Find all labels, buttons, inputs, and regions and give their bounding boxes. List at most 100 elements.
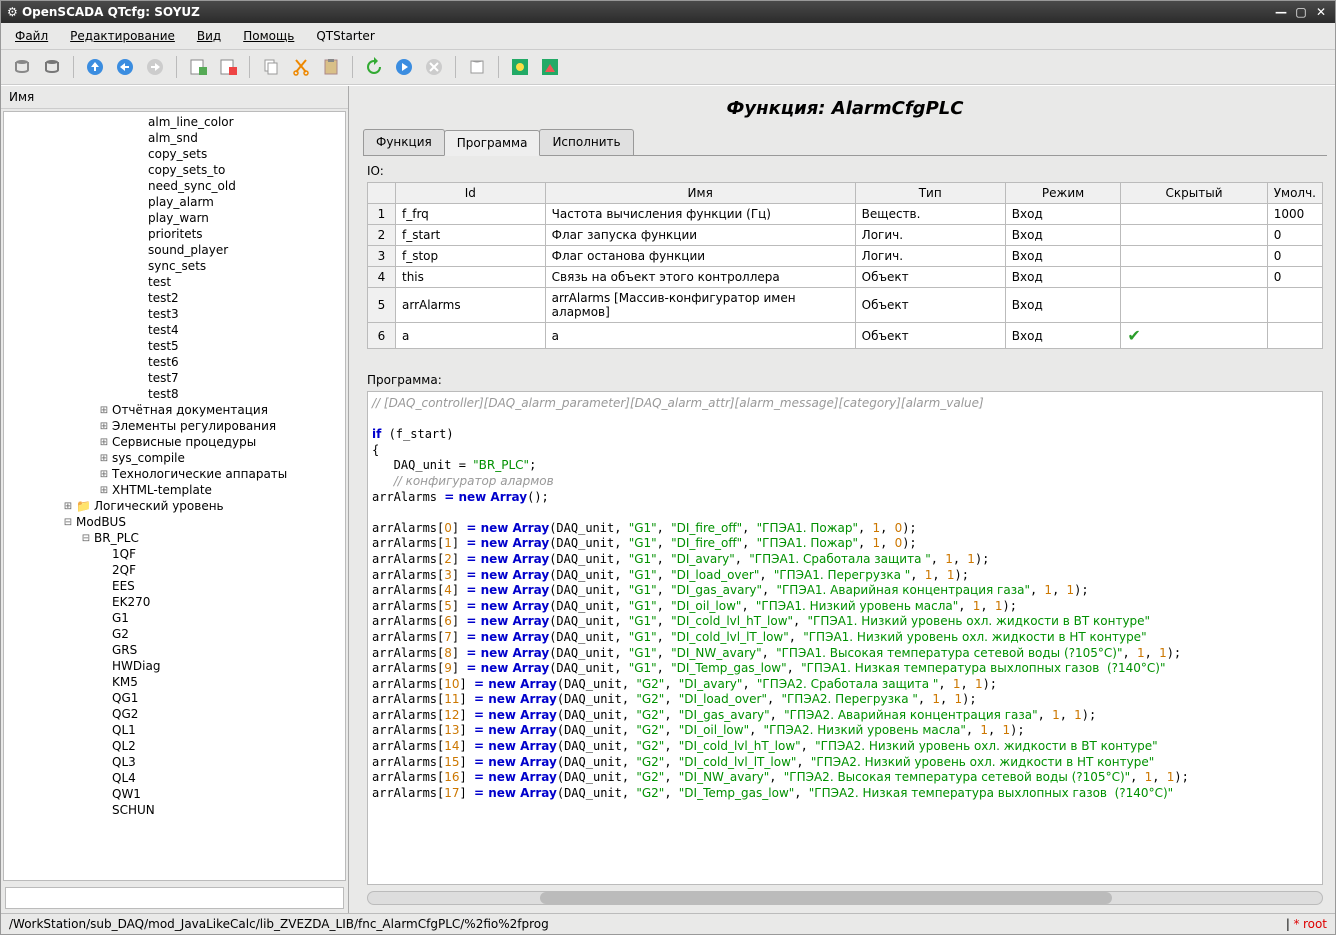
tree-toggle-icon[interactable]: ⊞ (98, 405, 110, 416)
run-icon[interactable] (391, 54, 417, 80)
tree-item[interactable]: GRS (4, 642, 345, 658)
tree-item[interactable]: play_alarm (4, 194, 345, 210)
tree-toggle-icon[interactable]: ⊞ (98, 485, 110, 496)
tree-item[interactable]: test8 (4, 386, 345, 402)
module2-icon[interactable] (537, 54, 563, 80)
tab-program[interactable]: Программа (444, 130, 541, 156)
tree-item[interactable]: test4 (4, 322, 345, 338)
tree-item[interactable]: QL3 (4, 754, 345, 770)
tree-view[interactable]: alm_line_coloralm_sndcopy_setscopy_sets_… (3, 111, 346, 881)
tree-item[interactable]: EES (4, 578, 345, 594)
menu-help[interactable]: Помощь (239, 27, 298, 45)
tree-item[interactable]: ⊞📁Логический уровень (4, 498, 345, 514)
menu-file[interactable]: Файл (11, 27, 52, 45)
tree-toggle-icon[interactable]: ⊞ (62, 501, 74, 512)
tree-label: prioritets (148, 227, 203, 241)
tree-item[interactable]: sound_player (4, 242, 345, 258)
tree-item[interactable]: test5 (4, 338, 345, 354)
stop-icon[interactable] (421, 54, 447, 80)
manual-icon[interactable] (464, 54, 490, 80)
tree-item[interactable]: EK270 (4, 594, 345, 610)
tree-item[interactable]: alm_snd (4, 130, 345, 146)
tree-item[interactable]: test2 (4, 290, 345, 306)
tree-label: Технологические аппараты (112, 467, 287, 481)
tree-item[interactable]: G2 (4, 626, 345, 642)
tree-label: BR_PLC (94, 531, 139, 545)
tab-function[interactable]: Функция (363, 129, 445, 155)
tree-label: QW1 (112, 787, 141, 801)
tree-item[interactable]: sync_sets (4, 258, 345, 274)
tree-label: QL4 (112, 771, 136, 785)
tree-item[interactable]: ⊟BR_PLC (4, 530, 345, 546)
io-table[interactable]: Id Имя Тип Режим Скрытый Умолч. 1f_frqЧа… (367, 182, 1323, 349)
table-row[interactable]: 3f_stopФлаг останова функцииЛогич.Вход0 (368, 246, 1323, 267)
tree-label: test7 (148, 371, 179, 385)
copy-icon[interactable] (258, 54, 284, 80)
tab-execute[interactable]: Исполнить (539, 129, 633, 155)
tree-item[interactable]: ⊞Технологические аппараты (4, 466, 345, 482)
nav-back-icon[interactable] (112, 54, 138, 80)
nav-up-icon[interactable] (82, 54, 108, 80)
db-load-icon[interactable] (9, 54, 35, 80)
code-h-scrollbar[interactable] (367, 891, 1323, 905)
tree-item[interactable]: QL4 (4, 770, 345, 786)
tree-item[interactable]: prioritets (4, 226, 345, 242)
tree-item[interactable]: ⊞XHTML-template (4, 482, 345, 498)
tree-item[interactable]: 1QF (4, 546, 345, 562)
table-row[interactable]: 6aaОбъектВход✔ (368, 323, 1323, 349)
tree-toggle-icon[interactable]: ⊞ (98, 437, 110, 448)
tree-toggle-icon[interactable]: ⊟ (62, 517, 74, 528)
table-row[interactable]: 2f_startФлаг запуска функцииЛогич.Вход0 (368, 225, 1323, 246)
tree-item[interactable]: QG1 (4, 690, 345, 706)
refresh-icon[interactable] (361, 54, 387, 80)
tree-label: copy_sets_to (148, 163, 225, 177)
tree-item[interactable]: copy_sets_to (4, 162, 345, 178)
menu-edit[interactable]: Редактирование (66, 27, 179, 45)
menu-view[interactable]: Вид (193, 27, 225, 45)
tree-item[interactable]: play_warn (4, 210, 345, 226)
tree-item[interactable]: 2QF (4, 562, 345, 578)
tree-item[interactable]: need_sync_old (4, 178, 345, 194)
paste-icon[interactable] (318, 54, 344, 80)
tree-item[interactable]: QL1 (4, 722, 345, 738)
tree-item[interactable]: ⊞Сервисные процедуры (4, 434, 345, 450)
tree-item[interactable]: ⊟ModBUS (4, 514, 345, 530)
tree-item[interactable]: G1 (4, 610, 345, 626)
minimize-button[interactable]: — (1273, 4, 1289, 20)
tree-item[interactable]: ⊞Отчётная документация (4, 402, 345, 418)
tree-item[interactable]: SCHUN (4, 802, 345, 818)
db-save-icon[interactable] (39, 54, 65, 80)
maximize-button[interactable]: ▢ (1293, 4, 1309, 20)
tree-toggle-icon[interactable]: ⊟ (80, 533, 92, 544)
menu-qtstarter[interactable]: QTStarter (312, 27, 378, 45)
window-title: OpenSCADA QTcfg: SOYUZ (22, 5, 200, 19)
table-row[interactable]: 1f_frqЧастота вычисления функции (Гц)Вещ… (368, 204, 1323, 225)
tree-toggle-icon[interactable]: ⊞ (98, 421, 110, 432)
tree-item[interactable]: alm_line_color (4, 114, 345, 130)
nav-forward-icon[interactable] (142, 54, 168, 80)
table-row[interactable]: 5arrAlarmsarrAlarms [Массив-конфигуратор… (368, 288, 1323, 323)
tree-toggle-icon[interactable]: ⊞ (98, 453, 110, 464)
tree-item[interactable]: test6 (4, 354, 345, 370)
tree-item[interactable]: HWDiag (4, 658, 345, 674)
delete-item-icon[interactable] (215, 54, 241, 80)
code-editor[interactable]: // [DAQ_controller][DAQ_alarm_parameter]… (367, 391, 1323, 885)
tree-item[interactable]: QL2 (4, 738, 345, 754)
module1-icon[interactable] (507, 54, 533, 80)
tree-item[interactable]: QW1 (4, 786, 345, 802)
tree-toggle-icon[interactable]: ⊞ (98, 469, 110, 480)
status-user[interactable]: root (1303, 917, 1327, 931)
table-row[interactable]: 4thisСвязь на объект этого контроллераОб… (368, 267, 1323, 288)
tree-item[interactable]: copy_sets (4, 146, 345, 162)
add-item-icon[interactable] (185, 54, 211, 80)
tree-item[interactable]: test3 (4, 306, 345, 322)
close-button[interactable]: ✕ (1313, 4, 1329, 20)
tree-item[interactable]: QG2 (4, 706, 345, 722)
tree-item[interactable]: ⊞sys_compile (4, 450, 345, 466)
tree-item[interactable]: test (4, 274, 345, 290)
cut-icon[interactable] (288, 54, 314, 80)
tree-item[interactable]: ⊞Элементы регулирования (4, 418, 345, 434)
tree-filter-input[interactable] (5, 887, 344, 909)
tree-item[interactable]: KM5 (4, 674, 345, 690)
tree-item[interactable]: test7 (4, 370, 345, 386)
